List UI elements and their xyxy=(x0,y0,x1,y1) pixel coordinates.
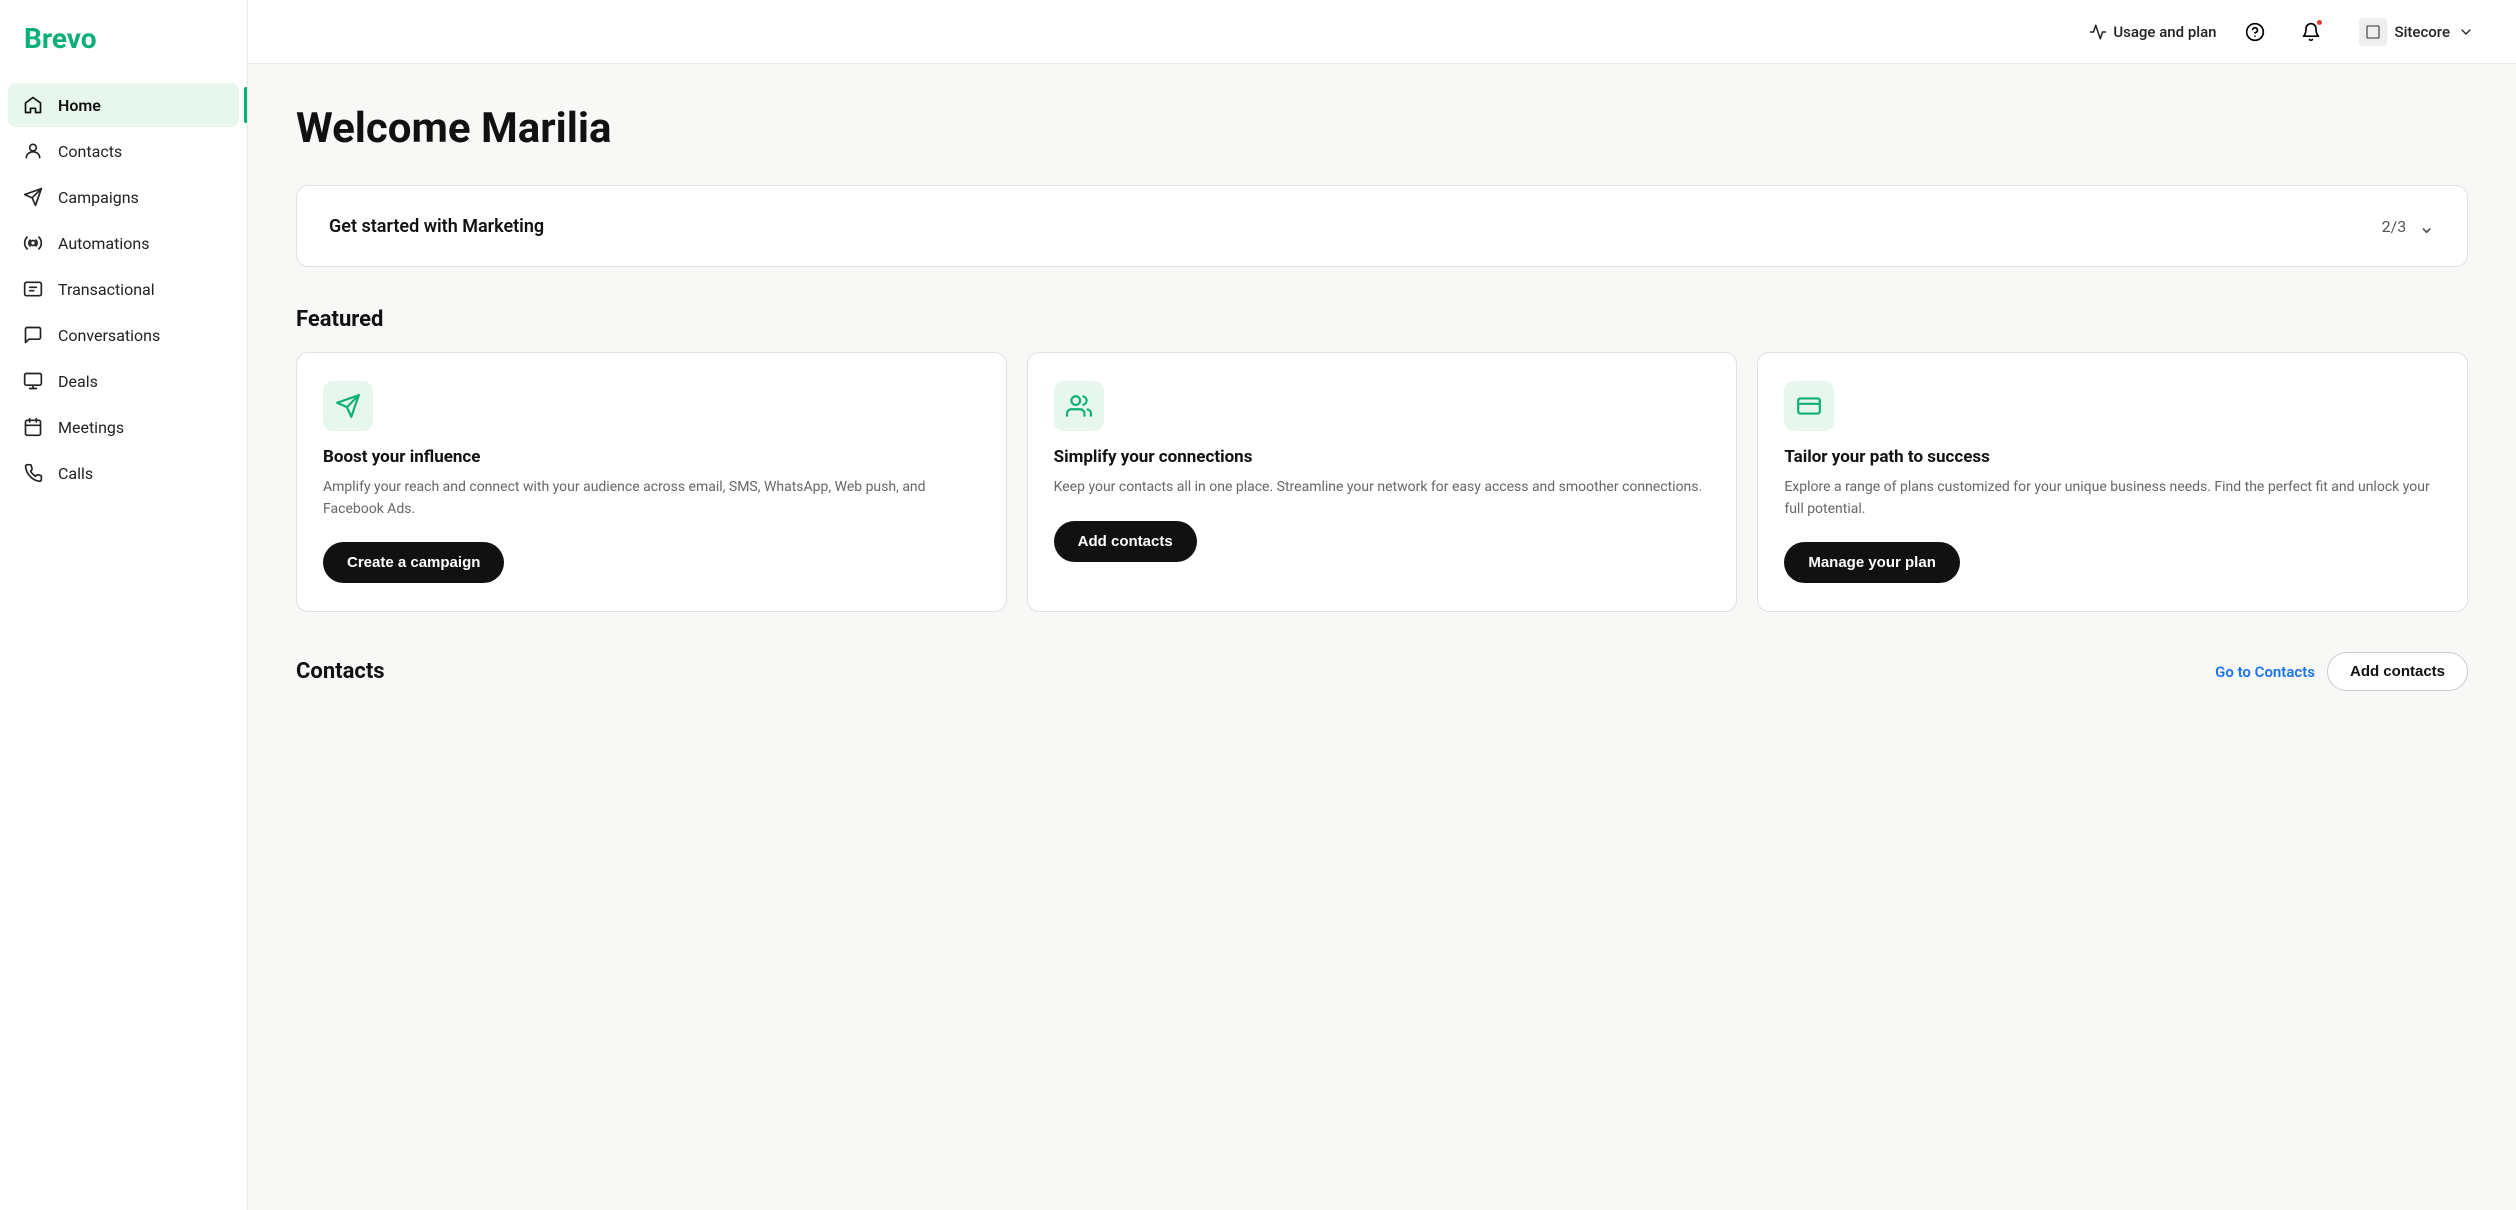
sidebar-item-conversations-label: Conversations xyxy=(58,326,160,345)
boost-icon-container xyxy=(323,381,373,431)
automations-icon xyxy=(22,232,44,254)
sidebar-item-contacts-label: Contacts xyxy=(58,142,122,161)
calls-icon xyxy=(22,462,44,484)
tailor-card-title: Tailor your path to success xyxy=(1784,447,2441,467)
help-icon xyxy=(2245,22,2265,42)
manage-plan-button[interactable]: Manage your plan xyxy=(1784,542,1960,583)
sidebar-item-automations-label: Automations xyxy=(58,234,149,253)
contacts-section-header: Contacts Go to Contacts Add contacts xyxy=(296,652,2468,691)
chevron-down-icon: ⌄ xyxy=(2418,214,2435,238)
featured-section-title: Featured xyxy=(296,307,2468,332)
sidebar-item-campaigns[interactable]: Campaigns xyxy=(8,175,239,219)
sidebar-item-contacts[interactable]: Contacts xyxy=(8,129,239,173)
sidebar-item-home[interactable]: Home xyxy=(8,83,239,127)
contacts-section-actions: Go to Contacts Add contacts xyxy=(2215,652,2468,691)
transactional-icon xyxy=(22,278,44,300)
card-icon xyxy=(1796,393,1822,419)
usage-plan-label: Usage and plan xyxy=(2113,23,2216,41)
sidebar-item-transactional-label: Transactional xyxy=(58,280,155,299)
add-contacts-outline-button[interactable]: Add contacts xyxy=(2327,652,2468,691)
logo: Brevo xyxy=(0,0,247,83)
account-icon xyxy=(2359,18,2387,46)
sidebar-item-calls-label: Calls xyxy=(58,464,93,483)
sidebar-item-transactional[interactable]: Transactional xyxy=(8,267,239,311)
sidebar-item-deals[interactable]: Deals xyxy=(8,359,239,403)
header: Usage and plan Sitecore xyxy=(248,0,2516,64)
boost-card-desc: Amplify your reach and connect with your… xyxy=(323,477,980,520)
main-content: Usage and plan Sitecore xyxy=(248,0,2516,1210)
feature-card-tailor: Tailor your path to success Explore a ra… xyxy=(1757,352,2468,612)
sidebar-item-meetings-label: Meetings xyxy=(58,418,124,437)
simplify-card-title: Simplify your connections xyxy=(1054,447,1711,467)
contacts-icon xyxy=(22,140,44,162)
marketing-card-right: 2/3 ⌄ xyxy=(2382,214,2435,238)
go-to-contacts-link[interactable]: Go to Contacts xyxy=(2215,663,2315,681)
sidebar-item-deals-label: Deals xyxy=(58,372,98,391)
usage-plan-button[interactable]: Usage and plan xyxy=(2089,23,2216,41)
sidebar-item-campaigns-label: Campaigns xyxy=(58,188,139,207)
add-contacts-button[interactable]: Add contacts xyxy=(1054,521,1197,562)
sidebar-item-conversations[interactable]: Conversations xyxy=(8,313,239,357)
featured-grid: Boost your influence Amplify your reach … xyxy=(296,352,2468,612)
notification-badge xyxy=(2315,18,2324,27)
marketing-card-progress: 2/3 xyxy=(2382,217,2407,236)
account-menu-button[interactable]: Sitecore xyxy=(2349,12,2484,52)
chevron-down-icon xyxy=(2458,24,2474,40)
sidebar-item-meetings[interactable]: Meetings xyxy=(8,405,239,449)
campaigns-icon xyxy=(22,186,44,208)
notifications-button[interactable] xyxy=(2293,14,2329,50)
simplify-icon-container xyxy=(1054,381,1104,431)
marketing-card-title: Get started with Marketing xyxy=(329,216,544,237)
usage-icon xyxy=(2089,23,2107,41)
sidebar: Brevo Home Contacts xyxy=(0,0,248,1210)
sidebar-item-calls[interactable]: Calls xyxy=(8,451,239,495)
sidebar-item-home-label: Home xyxy=(58,96,101,115)
building-icon xyxy=(2365,24,2381,40)
tailor-card-desc: Explore a range of plans customized for … xyxy=(1784,477,2441,520)
page-body: Welcome Marilia Get started with Marketi… xyxy=(248,64,2516,1210)
tailor-icon-container xyxy=(1784,381,1834,431)
deals-icon xyxy=(22,370,44,392)
logo-text: Brevo xyxy=(24,22,97,55)
people-icon xyxy=(1066,393,1092,419)
help-button[interactable] xyxy=(2237,14,2273,50)
send-icon xyxy=(335,393,361,419)
create-campaign-button[interactable]: Create a campaign xyxy=(323,542,504,583)
feature-card-simplify: Simplify your connections Keep your cont… xyxy=(1027,352,1738,612)
boost-card-title: Boost your influence xyxy=(323,447,980,467)
feature-card-boost: Boost your influence Amplify your reach … xyxy=(296,352,1007,612)
home-icon xyxy=(22,94,44,116)
simplify-card-desc: Keep your contacts all in one place. Str… xyxy=(1054,477,1711,499)
page-title: Welcome Marilia xyxy=(296,104,2468,153)
account-name: Sitecore xyxy=(2395,23,2450,41)
marketing-card[interactable]: Get started with Marketing 2/3 ⌄ xyxy=(296,185,2468,267)
sidebar-item-automations[interactable]: Automations xyxy=(8,221,239,265)
contacts-section-title: Contacts xyxy=(296,659,385,684)
conversations-icon xyxy=(22,324,44,346)
sidebar-nav: Home Contacts Campaigns xyxy=(0,83,247,495)
meetings-icon xyxy=(22,416,44,438)
